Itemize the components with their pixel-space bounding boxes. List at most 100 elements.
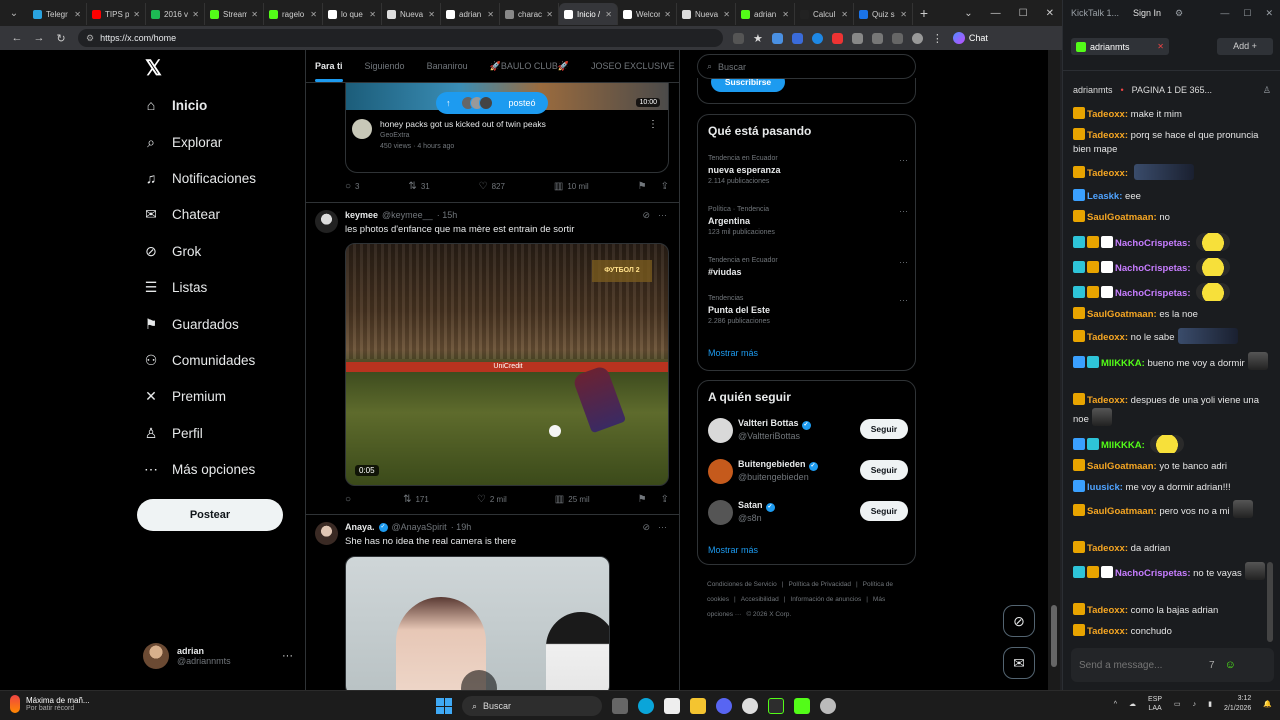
monitor-icon[interactable]: ▭ — [1174, 700, 1181, 708]
timeline-tab[interactable]: Bananirou — [427, 61, 468, 71]
post-time[interactable]: · 15h — [437, 210, 458, 220]
post-button[interactable]: Postear — [137, 499, 283, 531]
new-tab-icon[interactable]: + — [913, 5, 935, 21]
extension-icon[interactable] — [811, 32, 823, 44]
battery-icon[interactable]: ▮ — [1208, 700, 1212, 708]
sign-in-button[interactable]: Sign In — [1133, 8, 1161, 18]
nav-item-explorar[interactable]: ⌕ Explorar — [143, 134, 222, 151]
reply-button[interactable]: ○ — [345, 494, 355, 505]
avatar[interactable] — [708, 500, 733, 525]
chat-username[interactable]: MIIKKKA: — [1101, 440, 1145, 451]
forward-icon[interactable]: → — [28, 32, 50, 44]
chat-username[interactable]: Leaskk: — [1087, 191, 1122, 202]
share-icon[interactable]: ⇪ — [661, 494, 669, 505]
chat-username[interactable]: NachoCrispetas: — [1115, 263, 1191, 274]
chat-username[interactable]: Tadeoxx: — [1087, 605, 1128, 616]
edge-icon[interactable] — [638, 698, 654, 714]
profile-icon[interactable] — [911, 32, 923, 44]
file-explorer-icon[interactable] — [690, 698, 706, 714]
puzzle-icon[interactable] — [871, 32, 883, 44]
browser-tab[interactable]: Telegr ✕ — [28, 3, 87, 25]
post-author-handle[interactable]: @keymee__ — [382, 210, 433, 220]
browser-tab[interactable]: Nueva ✕ — [382, 3, 441, 25]
grok-float-button[interactable]: ⊘ — [1003, 605, 1035, 637]
browser-tab[interactable]: adrian ✕ — [441, 3, 500, 25]
views-button[interactable]: ▥ 25 mil — [555, 494, 590, 505]
suggestion-name[interactable]: Buitengebieden ✓ — [738, 459, 818, 471]
nav-item-notificaciones[interactable]: ♫ Notificaciones — [143, 170, 256, 186]
more-icon[interactable]: ··· — [899, 295, 908, 305]
menu-icon[interactable]: ⋮ — [932, 32, 943, 45]
app-icon[interactable] — [820, 698, 836, 714]
bookmark-icon[interactable]: ⚑ — [638, 494, 647, 505]
post-video[interactable]: UniCredit ФУТБОЛ 2 0:05 — [345, 243, 669, 486]
close-icon[interactable]: ✕ — [664, 10, 671, 19]
extension-icon[interactable] — [831, 32, 843, 44]
close-icon[interactable]: ✕ — [546, 10, 553, 19]
maximize-icon[interactable]: ☐ — [1243, 8, 1251, 19]
chat-username[interactable]: SaulGoatmaan: — [1087, 506, 1157, 517]
close-icon[interactable]: ✕ — [251, 10, 258, 19]
browser-tab[interactable]: charac ✕ — [500, 3, 559, 25]
close-icon[interactable]: ✕ — [1046, 8, 1054, 19]
more-icon[interactable]: ··· — [899, 257, 908, 267]
chat-username[interactable]: Tadeoxx: — [1087, 168, 1128, 179]
close-icon[interactable]: ✕ — [723, 10, 730, 19]
reply-button[interactable]: ○ 3 — [345, 181, 360, 192]
suggestion-name[interactable]: Satan ✓ — [738, 500, 775, 512]
extension-icon[interactable] — [851, 32, 863, 44]
url-field[interactable]: ⚙ https://x.com/home — [78, 29, 723, 47]
post-author-name[interactable]: Anaya. — [345, 522, 375, 532]
footer-link[interactable]: Política de Privacidad — [788, 581, 851, 588]
search-input[interactable]: ⌕ Buscar — [697, 54, 916, 79]
chrome-icon[interactable] — [742, 698, 758, 714]
more-icon[interactable]: ··· — [658, 522, 667, 533]
new-posts-pill[interactable]: ↑ posteó — [436, 92, 548, 114]
close-icon[interactable]: ✕ — [841, 10, 848, 19]
chat-username[interactable]: Tadeoxx: — [1087, 130, 1128, 141]
timeline-tab[interactable]: 🚀BAULO CLUB🚀 — [490, 61, 569, 72]
close-icon[interactable]: ✕ — [1265, 8, 1273, 19]
weather-widget[interactable]: Máxima de mañ... Por batir récord — [10, 695, 90, 713]
add-channel-button[interactable]: Add + — [1217, 38, 1273, 55]
follow-button[interactable]: Seguir — [860, 419, 908, 439]
translate-icon[interactable] — [733, 32, 744, 44]
channel-tab[interactable]: adrianmts ✕ — [1071, 38, 1169, 55]
trend-item[interactable]: Tendencia en Ecuador #viudas ··· — [708, 257, 908, 277]
share-icon[interactable]: ⇪ — [661, 181, 669, 192]
avatar[interactable] — [315, 210, 338, 233]
more-icon[interactable]: ··· — [658, 210, 667, 221]
avatar[interactable] — [315, 522, 338, 545]
views-button[interactable]: ▥ 10 mil — [554, 181, 589, 192]
chat-username[interactable]: Tadeoxx: — [1087, 332, 1128, 343]
timeline-tab[interactable]: Siguiendo — [365, 61, 405, 71]
grok-icon[interactable]: ⊘ — [642, 210, 650, 221]
nav-item-más-opciones[interactable]: ⋯ Más opciones — [143, 461, 255, 478]
account-switcher[interactable]: adrian @adriannmts ··· — [143, 643, 293, 669]
chevron-up-icon[interactable]: ^ — [1114, 701, 1117, 708]
minimize-icon[interactable]: — — [991, 8, 1001, 19]
chat-username[interactable]: NachoCrispetas: — [1115, 238, 1191, 249]
follow-button[interactable]: Seguir — [860, 501, 908, 521]
post-video[interactable] — [345, 556, 610, 690]
nav-item-inicio[interactable]: ⌂ Inicio — [143, 97, 208, 113]
more-icon[interactable]: ··· — [899, 155, 908, 165]
downloads-icon[interactable] — [891, 32, 903, 44]
trend-item[interactable]: Tendencia en Ecuador nueva esperanza 2.114… — [708, 155, 908, 185]
close-icon[interactable]: ✕ — [900, 10, 907, 19]
nav-item-grok[interactable]: ⊘ Grok — [143, 243, 201, 260]
messages-float-button[interactable]: ✉ — [1003, 647, 1035, 679]
7tv-icon[interactable]: 7 — [1209, 660, 1215, 671]
close-icon[interactable]: ✕ — [782, 10, 789, 19]
page-scrollbar[interactable] — [1048, 50, 1060, 690]
volume-icon[interactable]: ♪ — [1193, 701, 1197, 708]
close-icon[interactable]: ✕ — [605, 10, 612, 19]
nav-item-chatear[interactable]: ✉ Chatear — [143, 206, 220, 223]
footer-link[interactable]: Condiciones de Servicio — [707, 581, 777, 588]
nav-item-listas[interactable]: ☰ Listas — [143, 279, 208, 296]
browser-tab[interactable]: lo que ✕ — [323, 3, 382, 25]
more-icon[interactable]: ··· — [282, 650, 293, 662]
back-icon[interactable]: ← — [6, 32, 28, 44]
store-icon[interactable] — [664, 698, 680, 714]
chat-username[interactable]: SaulGoatmaan: — [1087, 309, 1157, 320]
